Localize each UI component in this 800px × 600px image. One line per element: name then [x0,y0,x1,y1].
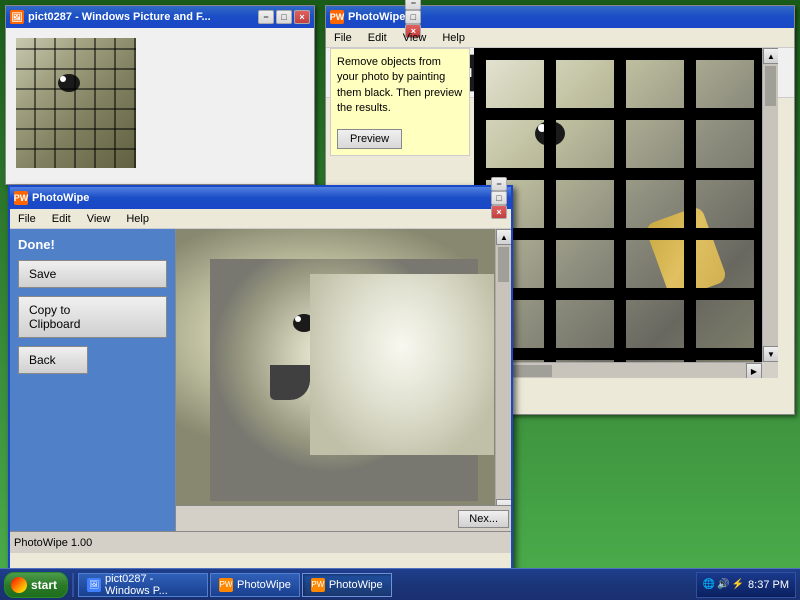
parrot-feathers [310,274,494,455]
image-nav-bar: Nex... [176,505,511,531]
back-button[interactable]: Back [18,346,88,374]
img-scroll-up[interactable]: ▲ [496,229,511,245]
window-icon: 🖼 [10,10,24,24]
main-window-icon: PW [14,191,28,205]
help-panel: Remove objects from your photo by painti… [330,48,470,156]
scroll-down-btn[interactable]: ▼ [763,346,778,362]
menu-view-2[interactable]: View [399,31,431,45]
bg-window-1-titlebar: 🖼 pict0287 - Windows Picture and F... − … [6,6,314,28]
tray-icons: 🌐 🔊 ⚡ [703,579,744,590]
close-btn[interactable]: × [294,10,310,24]
taskbar: start 🖼 pict0287 - Windows P... PW Photo… [0,568,800,600]
scroll-track-v [763,64,778,346]
scroll-corner-2 [762,362,778,378]
black-grid-overlay [474,48,778,378]
main-photowipe-window: PW PhotoWipe − □ × File Edit View Help D… [8,185,513,575]
grid-overlay-thumb [16,38,136,168]
main-window-controls: − □ × [491,177,507,219]
minimize-btn-2[interactable]: − [405,0,421,10]
parrot-wing [645,205,729,301]
preview-button[interactable]: Preview [337,129,402,149]
taskbar-icon-pw1: PW [219,578,233,592]
grid-h-3 [474,228,778,240]
main-menu-file[interactable]: File [14,212,40,226]
done-label: Done! [18,237,167,252]
tray-icon-network: 🌐 [703,579,715,590]
processed-parrot-image [176,229,511,531]
main-window-titlebar: PW PhotoWipe − □ × [10,187,511,209]
grid-h-2 [474,168,778,180]
bg-window-2-menubar: File Edit View Help [326,28,794,48]
save-button[interactable]: Save [18,260,167,288]
grid-v-1 [544,48,556,378]
bg-window-2-icon: PW [330,10,344,24]
grid-v-2 [614,48,626,378]
scroll-track-h [490,363,746,378]
main-status-bar: PhotoWipe 1.00 [10,531,511,553]
canvas-scrollbar-v[interactable]: ▲ ▼ [762,48,778,362]
image-scrollbar-v[interactable]: ▲ ▼ [495,229,511,515]
main-maximize-btn[interactable]: □ [491,191,507,205]
maximize-btn-2[interactable]: □ [405,10,421,24]
main-window-menubar: File Edit View Help [10,209,511,229]
bg-window-1-title: pict0287 - Windows Picture and F... [28,11,258,23]
minimize-btn[interactable]: − [258,10,274,24]
taskbar-divider [72,573,74,597]
taskbar-label-pw2: PhotoWipe [329,579,383,591]
bg-window-2-titlebar: PW PhotoWipe − □ × [326,6,794,28]
menu-help-2[interactable]: Help [438,31,469,45]
tray-icon-battery: ⚡ [732,579,744,590]
taskbar-tray: 🌐 🔊 ⚡ 8:37 PM [696,572,796,598]
status-text: PhotoWipe 1.00 [14,537,92,549]
bg-window-2-title: PhotoWipe [348,11,405,23]
maximize-btn[interactable]: □ [276,10,292,24]
taskbar-item-photowipe-2[interactable]: PW PhotoWipe [302,573,392,597]
start-button[interactable]: start [4,572,68,598]
parrot-base-img [176,229,511,531]
desktop: 🖼 pict0287 - Windows Picture and F... − … [0,0,800,600]
main-minimize-btn[interactable]: − [491,177,507,191]
menu-file-2[interactable]: File [330,31,356,45]
start-label: start [31,578,57,592]
main-menu-help[interactable]: Help [122,212,153,226]
main-close-btn[interactable]: × [491,205,507,219]
windows-logo [11,577,27,593]
main-menu-view[interactable]: View [83,212,115,226]
bg-window-1-content [6,28,314,184]
taskbar-item-picture-viewer[interactable]: 🖼 pict0287 - Windows P... [78,573,208,597]
tray-icon-volume: 🔊 [717,579,729,590]
img-scroll-track-v [496,245,511,499]
main-image-area: ▲ ▼ ◀ ▶ Nex... [175,229,511,531]
parrot-image-bg [16,38,136,168]
bg-window-1-controls: − □ × [258,10,310,24]
scroll-thumb-v[interactable] [765,66,776,106]
taskbar-label-pw1: PhotoWipe [237,579,291,591]
taskbar-icon-pw2: PW [311,578,325,592]
taskbar-label-viewer: pict0287 - Windows P... [105,573,199,597]
main-window-body: Done! Save Copy to Clipboard Back [10,229,511,531]
canvas-scrollbar-h[interactable]: ◀ ▶ [474,362,762,378]
copy-to-clipboard-button[interactable]: Copy to Clipboard [18,296,167,338]
menu-edit-2[interactable]: Edit [364,31,391,45]
grid-h-5 [474,348,778,360]
parrot-large-image [474,48,778,378]
left-panel: Done! Save Copy to Clipboard Back [10,229,175,531]
parrot-large-eye [535,121,565,146]
bg-window-picture-viewer: 🖼 pict0287 - Windows Picture and F... − … [5,5,315,185]
scroll-up-btn[interactable]: ▲ [763,48,778,64]
grid-h-0 [474,48,778,60]
main-menu-edit[interactable]: Edit [48,212,75,226]
help-text: Remove objects from your photo by painti… [337,56,462,114]
img-scroll-thumb-v[interactable] [498,247,509,282]
main-window-title: PhotoWipe [32,192,491,204]
taskbar-item-photowipe-1[interactable]: PW PhotoWipe [210,573,300,597]
scroll-right-btn[interactable]: ▶ [746,363,762,378]
bg-window-2-canvas: ▲ ▼ ◀ ▶ [474,48,778,378]
taskbar-icon-viewer: 🖼 [87,578,101,592]
parrot-thumbnail [16,38,136,168]
system-time: 8:37 PM [748,579,789,591]
grid-h-4 [474,288,778,300]
next-button[interactable]: Nex... [458,510,509,528]
grid-h-1 [474,108,778,120]
